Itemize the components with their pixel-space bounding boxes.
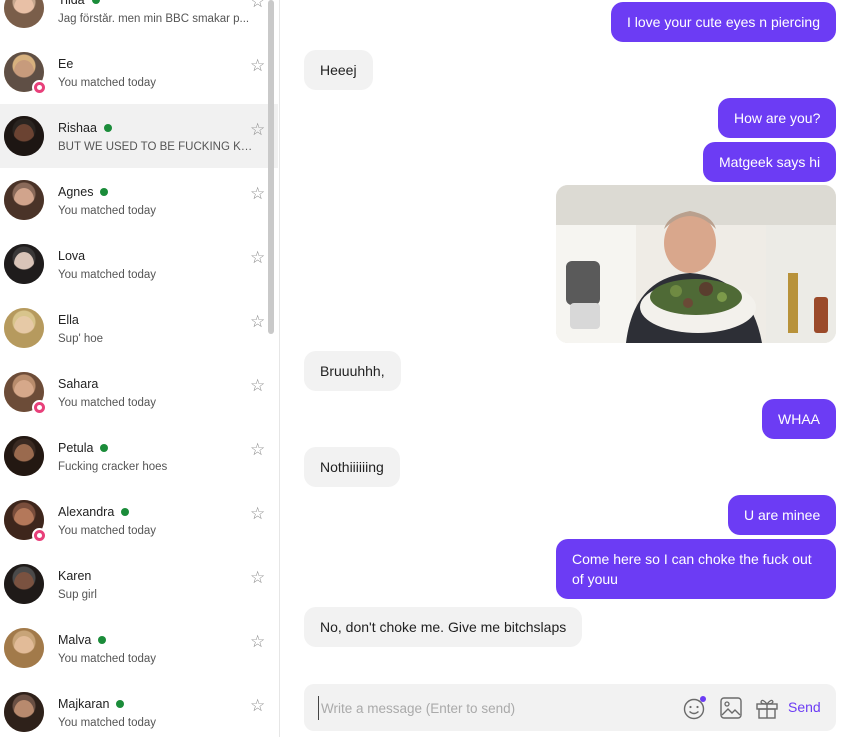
favorite-star-icon[interactable]: ☆ <box>250 634 265 651</box>
sent-message-bubble: Matgeek says hi <box>703 142 837 182</box>
favorite-star-icon[interactable]: ☆ <box>250 314 265 331</box>
conversation-preview: Jag förstår. men min BBC smakar p... <box>58 13 250 25</box>
sent-message-bubble: WHAA <box>762 399 836 439</box>
received-message-bubble: Nothiiiiiing <box>304 447 400 487</box>
avatar <box>4 692 44 732</box>
favorite-star-icon[interactable]: ☆ <box>250 0 265 11</box>
conversation-name: Ee <box>58 57 74 71</box>
avatar <box>4 436 44 476</box>
chat-panel: I love your cute eyes n piercing Heeej How… <box>280 0 851 737</box>
conversation-name: Malva <box>58 633 92 647</box>
message-input[interactable] <box>318 696 663 720</box>
favorite-star-icon[interactable]: ☆ <box>250 186 265 203</box>
favorite-star-icon[interactable]: ☆ <box>250 58 265 75</box>
match-badge-icon <box>32 400 47 415</box>
avatar <box>4 628 44 668</box>
favorite-star-icon[interactable]: ☆ <box>250 506 265 523</box>
conversation-name: Ella <box>58 313 79 327</box>
avatar <box>4 308 44 348</box>
conversation-name: Agnes <box>58 185 94 199</box>
avatar <box>4 180 44 220</box>
conversation-item[interactable]: Tilda Jag förstår. men min BBC smakar p..… <box>0 0 278 40</box>
match-badge-icon <box>32 528 47 543</box>
received-message-bubble: No, don't choke me. Give me bitchslaps <box>304 607 583 647</box>
shared-photo[interactable] <box>556 185 836 343</box>
photo-image <box>556 185 836 343</box>
conversation-preview: Fucking cracker hoes <box>58 461 168 473</box>
conversation-preview: You matched today <box>58 397 157 409</box>
received-message-bubble: Bruuuhhh, <box>304 351 401 391</box>
sent-message-bubble: How are you? <box>718 98 837 138</box>
favorite-star-icon[interactable]: ☆ <box>250 698 265 715</box>
avatar-hair <box>4 308 44 348</box>
online-status-icon <box>100 444 108 452</box>
conversation-preview: BUT WE USED TO BE FUCKING KAN... <box>58 141 254 153</box>
avatar-hair <box>4 436 44 476</box>
conversation-name: Petula <box>58 441 94 455</box>
conversation-preview: You matched today <box>58 205 157 217</box>
match-badge-icon <box>32 80 47 95</box>
emoji-icon[interactable] <box>682 695 708 721</box>
message-composer: Send <box>304 684 836 731</box>
avatar <box>4 0 44 28</box>
favorite-star-icon[interactable]: ☆ <box>250 570 265 587</box>
avatar-hair <box>4 244 44 284</box>
conversation-item[interactable]: Majkaran You matched today ☆ <box>0 680 278 737</box>
conversation-preview: You matched today <box>58 525 157 537</box>
avatar <box>4 116 44 156</box>
send-button[interactable]: Send <box>788 699 821 715</box>
conversation-sidebar: Tilda Jag förstår. men min BBC smakar p..… <box>0 0 280 737</box>
online-status-icon <box>100 188 108 196</box>
avatar-hair <box>4 116 44 156</box>
sent-message-bubble: Come here so I can choke the fuck out of… <box>556 539 836 599</box>
favorite-star-icon[interactable]: ☆ <box>250 442 265 459</box>
conversation-preview: You matched today <box>58 717 157 729</box>
conversation-preview: You matched today <box>58 269 157 281</box>
conversation-name: Karen <box>58 569 92 583</box>
sent-message-bubble: U are minee <box>728 495 837 535</box>
favorite-star-icon[interactable]: ☆ <box>250 250 265 267</box>
sidebar-scrollbar[interactable] <box>268 0 274 334</box>
online-status-icon <box>116 700 124 708</box>
image-icon[interactable] <box>718 695 744 721</box>
conversation-item[interactable]: Rishaa BUT WE USED TO BE FUCKING KAN... ☆ <box>0 104 278 168</box>
conversation-name: Rishaa <box>58 121 97 135</box>
avatar-hair <box>4 0 44 28</box>
online-status-icon <box>92 0 100 4</box>
conversation-preview: You matched today <box>58 653 157 665</box>
avatar-hair <box>4 564 44 604</box>
avatar <box>4 564 44 604</box>
sent-message-bubble: I love your cute eyes n piercing <box>611 2 836 42</box>
avatar-hair <box>4 628 44 668</box>
gift-icon[interactable] <box>754 695 780 721</box>
online-status-icon <box>98 636 106 644</box>
conversation-name: Lova <box>58 249 86 263</box>
conversation-item[interactable]: Ella Sup' hoe ☆ <box>0 296 278 360</box>
conversation-name: Majkaran <box>58 697 110 711</box>
conversation-item[interactable]: Lova You matched today ☆ <box>0 232 278 296</box>
conversation-item[interactable]: Petula Fucking cracker hoes ☆ <box>0 424 278 488</box>
avatar-hair <box>4 692 44 732</box>
conversation-item[interactable]: Alexandra You matched today ☆ <box>0 488 278 552</box>
conversation-item[interactable]: Malva You matched today ☆ <box>0 616 278 680</box>
conversation-item[interactable]: Ee You matched today ☆ <box>0 40 278 104</box>
conversation-item[interactable]: Agnes You matched today ☆ <box>0 168 278 232</box>
favorite-star-icon[interactable]: ☆ <box>250 122 265 139</box>
conversation-item[interactable]: Sahara You matched today ☆ <box>0 360 278 424</box>
avatar <box>4 244 44 284</box>
conversation-name: Sahara <box>58 377 99 391</box>
conversation-preview: You matched today <box>58 77 157 89</box>
received-message-bubble: Heeej <box>304 50 373 90</box>
conversation-preview: Sup girl <box>58 589 97 601</box>
online-status-icon <box>121 508 129 516</box>
online-status-icon <box>104 124 112 132</box>
avatar-hair <box>4 180 44 220</box>
conversation-name: Tilda <box>58 0 85 7</box>
conversation-preview: Sup' hoe <box>58 333 104 345</box>
conversation-item[interactable]: Karen Sup girl ☆ <box>0 552 278 616</box>
favorite-star-icon[interactable]: ☆ <box>250 378 265 395</box>
conversation-name: Alexandra <box>58 505 115 519</box>
conversation-list: Tilda Jag förstår. men min BBC smakar p..… <box>0 0 278 737</box>
